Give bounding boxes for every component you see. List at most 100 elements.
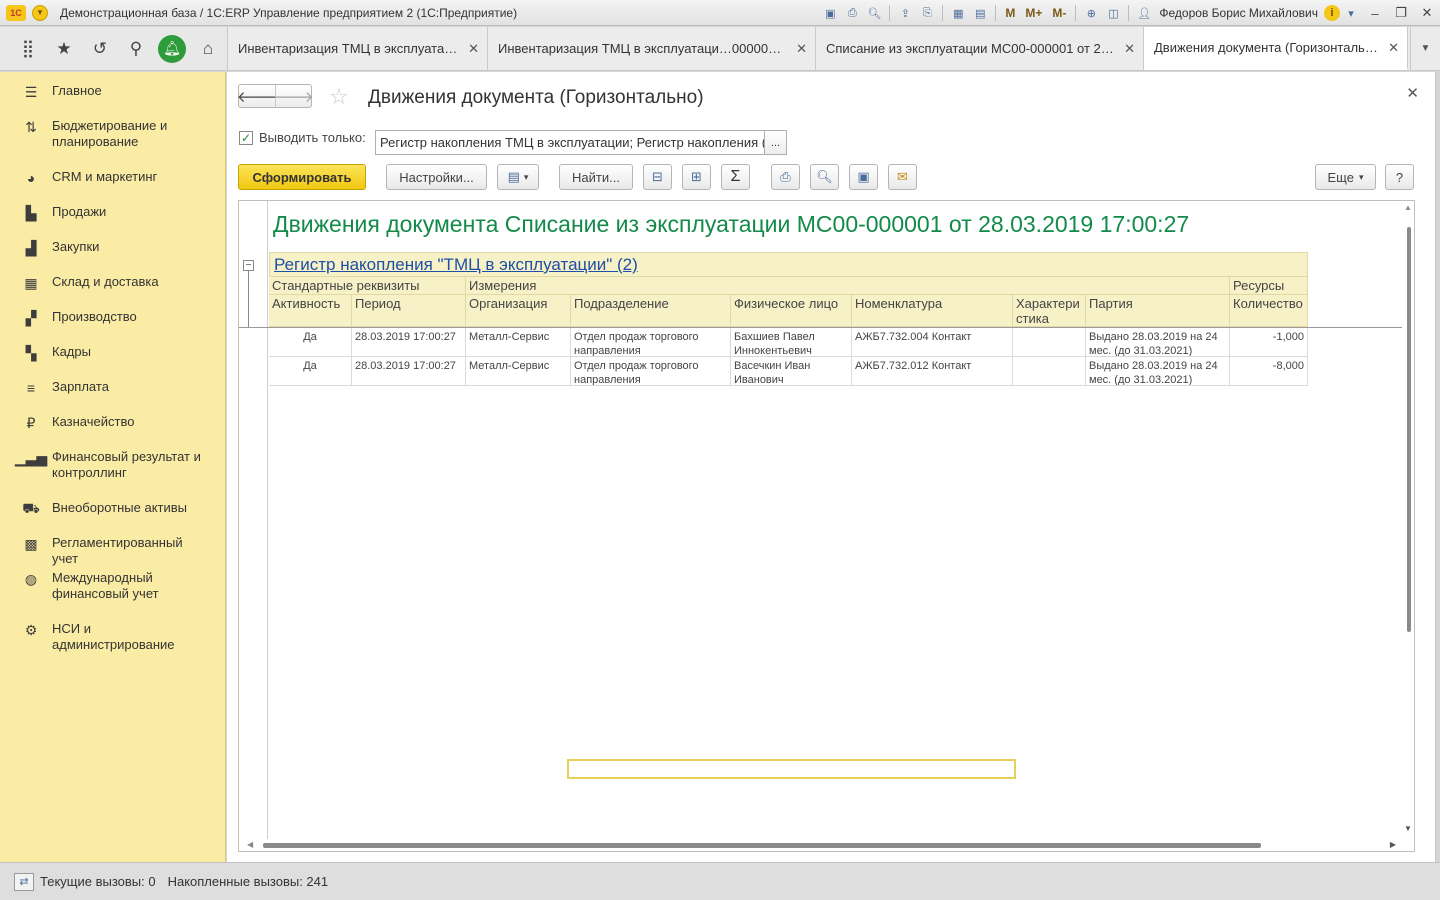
tab-inventory-2[interactable]: Инвентаризация ТМЦ в эксплуатаци…0000000…	[488, 27, 816, 70]
sidebar-item-budgeting[interactable]: ⇅ Бюджетирование и планирование	[0, 118, 226, 150]
scroll-right-icon[interactable]: ▶	[1390, 840, 1396, 849]
cell-batch[interactable]: Выдано 28.03.2019 на 24 мес. (до 31.03.2…	[1086, 357, 1230, 386]
tabs-dropdown-icon[interactable]: ▼	[1410, 27, 1440, 70]
email-button[interactable]: ✉	[888, 164, 917, 190]
search-icon[interactable]: ⚲	[118, 31, 154, 67]
preview-button[interactable]: 🔍︎	[810, 164, 839, 190]
filter-input[interactable]: Регистр накопления ТМЦ в эксплуатации; Р…	[375, 130, 765, 155]
sidebar-item-treasury[interactable]: ₽ Казначейство	[0, 414, 226, 431]
calendar-icon[interactable]: ▤	[971, 5, 989, 21]
close-form-icon[interactable]: ✕	[1406, 84, 1419, 102]
filter-checkbox[interactable]: ✓	[239, 130, 253, 145]
settings-button[interactable]: Настройки...	[386, 164, 487, 190]
print-button[interactable]: ⎙	[771, 164, 800, 190]
cell-item[interactable]: АЖБ7.732.012 Контакт	[852, 357, 1013, 386]
group-expand-button[interactable]: ⊞	[682, 164, 711, 190]
minimize-button[interactable]: –	[1362, 3, 1388, 23]
group-collapse-button[interactable]: ⊟	[643, 164, 672, 190]
favorites-star-icon[interactable]: ★	[46, 31, 82, 67]
print-icon[interactable]: ⎙	[843, 5, 861, 21]
more-button[interactable]: Еще ▾	[1315, 164, 1376, 190]
sidebar-item-warehouse[interactable]: ▦ Склад и доставка	[0, 274, 226, 291]
tab-inventory-1[interactable]: Инвентаризация ТМЦ в эксплуатации ✕	[228, 27, 488, 70]
cell-person[interactable]: Васечкин Иван Иванович	[731, 357, 852, 386]
close-icon[interactable]: ✕	[1124, 41, 1135, 57]
cell-characteristic[interactable]	[1013, 357, 1086, 386]
scroll-left-icon[interactable]: ◀	[247, 840, 253, 849]
server-calls-icon[interactable]: ⇄	[14, 872, 34, 891]
sidebar-item-hr[interactable]: ▚ Кадры	[0, 344, 226, 361]
sidebar-item-salary[interactable]: ≡ Зарплата	[0, 379, 226, 396]
cell-activity[interactable]: Да	[269, 328, 352, 357]
cell-department[interactable]: Отдел продаж торгового направления	[571, 357, 731, 386]
calculator-icon[interactable]: ▦	[949, 5, 967, 21]
sidebar-item-sales[interactable]: ▙ Продажи	[0, 204, 226, 221]
back-arrow-icon[interactable]: 🡐	[237, 85, 277, 107]
cell-period[interactable]: 28.03.2019 17:00:27	[352, 357, 466, 386]
panels-icon[interactable]: ◫	[1104, 5, 1122, 21]
restore-button[interactable]: ❐	[1388, 3, 1414, 23]
variants-button[interactable]: ▤ ▾	[497, 164, 539, 190]
cell-quantity[interactable]: -8,000	[1230, 357, 1308, 386]
cell-quantity[interactable]: -1,000	[1230, 328, 1308, 357]
help-button[interactable]: ?	[1385, 164, 1414, 190]
cell-batch[interactable]: Выдано 28.03.2019 на 24 мес. (до 31.03.2…	[1086, 328, 1230, 357]
favorite-star-icon[interactable]: ☆	[329, 84, 349, 110]
sidebar-item-ifrs[interactable]: ◍ Международный финансовый учет	[0, 570, 226, 602]
horizontal-scrollbar[interactable]: ◀ ▶	[239, 839, 1414, 851]
cell-period[interactable]: 28.03.2019 17:00:27	[352, 328, 466, 357]
cell-characteristic[interactable]	[1013, 328, 1086, 357]
close-window-button[interactable]: ✕	[1414, 3, 1440, 23]
save-icon[interactable]: ▣	[821, 5, 839, 21]
apps-grid-icon[interactable]: ⣿	[10, 31, 46, 67]
scroll-down-icon[interactable]: ▼	[1404, 824, 1412, 833]
tab-document-movements[interactable]: Движения документа (Горизонтально) ✕	[1144, 27, 1408, 70]
find-button[interactable]: Найти...	[559, 164, 633, 190]
preview-icon[interactable]: 🔍︎	[865, 5, 883, 21]
cell-department[interactable]: Отдел продаж торгового направления	[571, 328, 731, 357]
upload-icon[interactable]: ⇪	[896, 5, 914, 21]
close-icon[interactable]: ✕	[1388, 40, 1399, 56]
vertical-scrollbar[interactable]: ▲ ▼	[1402, 201, 1414, 851]
cell-item[interactable]: АЖБ7.732.004 Контакт	[852, 328, 1013, 357]
sidebar-item-fixed-assets[interactable]: ⛟ Внеоборотные активы	[0, 500, 226, 517]
close-icon[interactable]: ✕	[796, 41, 807, 57]
sidebar-item-admin[interactable]: ⚙ НСИ и администрирование	[0, 621, 226, 653]
bell-icon[interactable]: 🔔︎	[158, 34, 186, 63]
vertical-scroll-thumb[interactable]	[1407, 227, 1411, 632]
main-menu-chevron-icon[interactable]: ▾	[32, 4, 48, 21]
cell-organization[interactable]: Металл-Сервис	[466, 357, 571, 386]
filter-select-button[interactable]: ...	[765, 130, 787, 155]
report-document[interactable]: − Движения документа Списание из эксплуа…	[238, 200, 1415, 852]
register-link[interactable]: Регистр накопления "ТМЦ в эксплуатации" …	[274, 255, 638, 274]
home-icon[interactable]: ⌂	[190, 31, 226, 67]
tab-write-off[interactable]: Списание из эксплуатации МС00-000001 от …	[816, 27, 1144, 70]
horizontal-scroll-thumb[interactable]	[263, 843, 1261, 848]
cell-organization[interactable]: Металл-Сервис	[466, 328, 571, 357]
generate-button[interactable]: Сформировать	[238, 164, 366, 190]
sum-button[interactable]: Σ	[721, 164, 750, 190]
cell-person[interactable]: Бахшиев Павел Иннокентьевич	[731, 328, 852, 357]
memory-plus-button[interactable]: M+	[1022, 5, 1045, 21]
close-icon[interactable]: ✕	[468, 41, 479, 57]
sidebar-item-purchases[interactable]: ▟ Закупки	[0, 239, 226, 256]
zoom-icon[interactable]: ⊕	[1082, 5, 1100, 21]
sidebar-item-production[interactable]: ▞ Производство	[0, 309, 226, 326]
link-icon[interactable]: ⎘	[918, 5, 936, 21]
info-icon[interactable]: i	[1324, 5, 1340, 21]
sidebar-item-financial-result[interactable]: ▁▃▅ Финансовый результат и контроллинг	[0, 449, 226, 481]
collapse-icon[interactable]: −	[243, 260, 254, 271]
memory-minus-button[interactable]: M-	[1049, 5, 1069, 21]
memory-button[interactable]: M	[1002, 5, 1018, 21]
history-icon[interactable]: ↺	[82, 31, 118, 67]
scroll-up-icon[interactable]: ▲	[1404, 203, 1412, 212]
selected-cell[interactable]	[567, 759, 1016, 779]
save-button[interactable]: ▣	[849, 164, 878, 190]
sidebar-item-regulated-accounting[interactable]: ▩ Регламентированный учет	[0, 535, 226, 567]
cell-activity[interactable]: Да	[269, 357, 352, 386]
sidebar-item-crm[interactable]: ◕ CRM и маркетинг	[0, 169, 226, 186]
chevron-down-icon[interactable]: ▾	[1342, 5, 1360, 21]
sidebar-item-main[interactable]: ☰ Главное	[0, 83, 226, 100]
forward-arrow-icon[interactable]: 🡒	[273, 85, 314, 107]
user-name[interactable]: Федоров Борис Михайлович	[1159, 6, 1318, 20]
